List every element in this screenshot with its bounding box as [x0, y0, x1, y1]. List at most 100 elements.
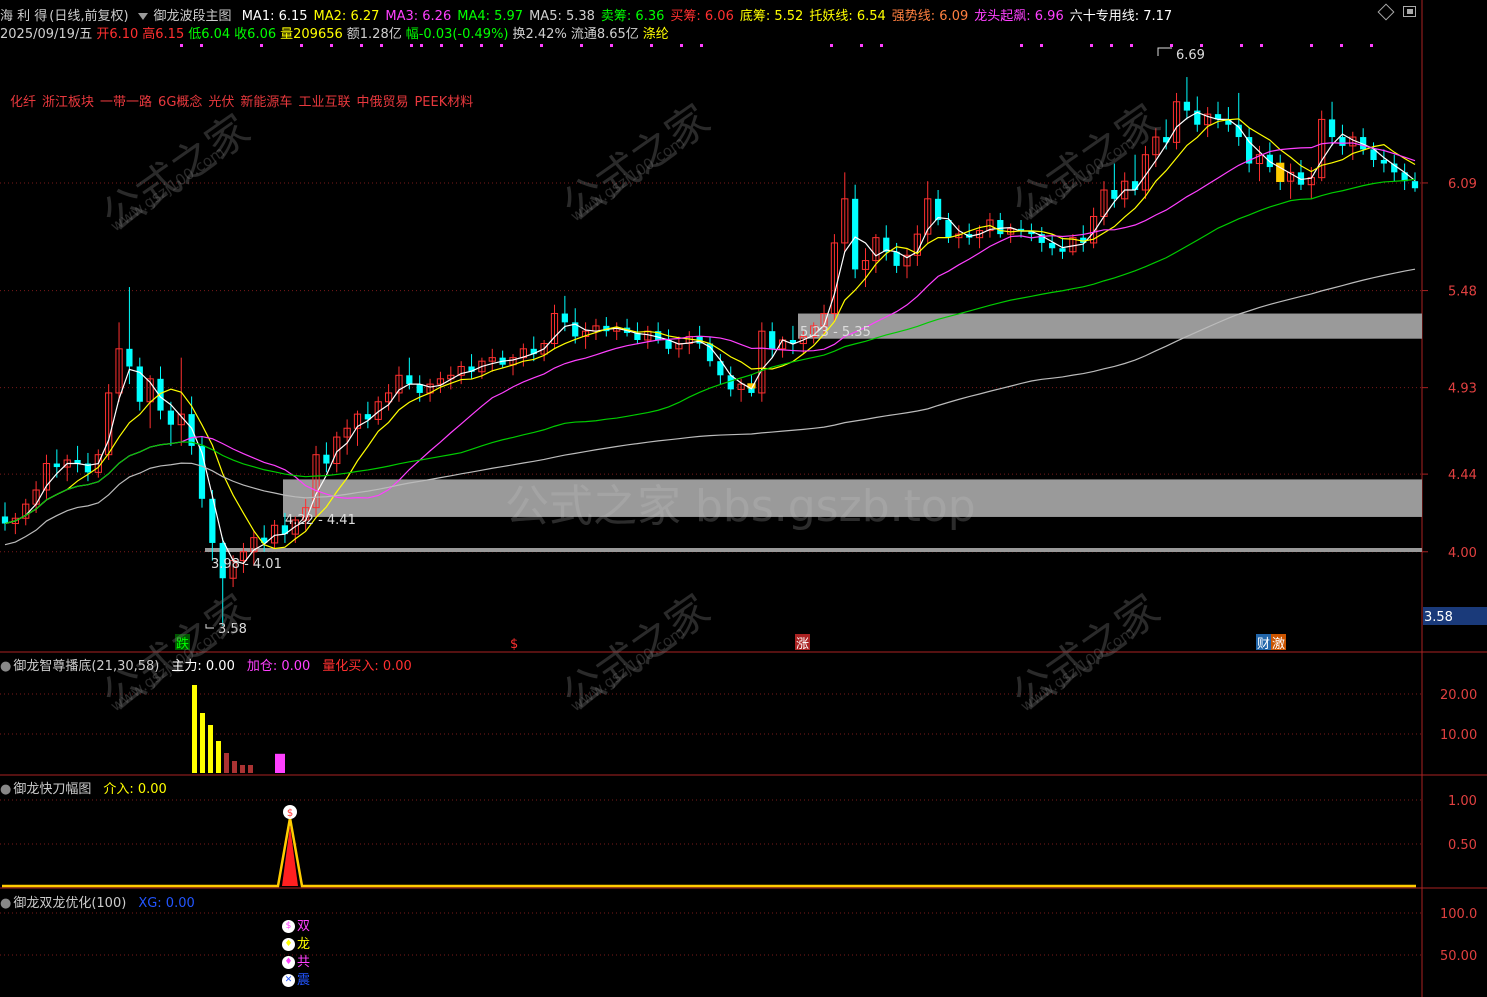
quote-item: 流通8.65亿 — [570, 27, 639, 42]
kline-chart: 6.09 5.48 4.93 4.44 4.00 3.58 6.69 3.58 5.23 - 5… — [0, 0, 1487, 997]
ma-item: 六十专用线: 7.17 — [1069, 9, 1173, 24]
signal-text: 双 — [297, 919, 311, 934]
concept-tag[interactable]: 新能源车 — [240, 95, 292, 110]
candle-body — [1328, 119, 1336, 138]
signal-dot — [580, 44, 583, 47]
panel2-title[interactable]: 御龙快刀幅图 — [13, 782, 91, 797]
signal-marker: 财 — [1257, 637, 1270, 652]
signal-dot — [1310, 44, 1313, 47]
signal-dot — [1020, 44, 1023, 47]
signal-text: 龙 — [297, 937, 311, 952]
candle-body — [1183, 101, 1191, 111]
quote-item: 量209656 — [280, 27, 343, 42]
concept-tag[interactable]: 6G概念 — [158, 95, 202, 110]
zone-mid-label: 4.22 - 4.41 — [285, 513, 356, 528]
resistance-zone — [798, 313, 1422, 339]
volume-bar — [192, 685, 197, 773]
candle-body — [997, 220, 1004, 235]
candle-body — [1131, 181, 1139, 190]
signal-dot — [1110, 44, 1113, 47]
signal-dot — [1200, 44, 1203, 47]
signal-marker: $ — [510, 637, 518, 652]
panel-value: 加仓: 0.00 — [246, 659, 311, 674]
signal-dot — [200, 44, 203, 47]
panel1-axis-label: 20.00 — [1440, 688, 1477, 703]
signal-dot — [330, 44, 333, 47]
concept-tag[interactable]: 中俄贸易 — [356, 95, 408, 110]
ma-item: 强势线: 6.09 — [891, 9, 969, 24]
volume-bar — [208, 725, 213, 773]
price-axis-label: 5.48 — [1448, 285, 1477, 300]
price-axis-label: 6.09 — [1448, 177, 1477, 192]
signal-icon: $ — [282, 920, 295, 933]
panel3-title[interactable]: 御龙双龙优化(100) — [13, 896, 126, 911]
dropdown-triangle-icon[interactable] — [137, 12, 148, 20]
signal-dot — [420, 44, 423, 47]
signal-dot — [680, 44, 683, 47]
signal-dot — [650, 44, 653, 47]
candle-body — [852, 198, 859, 270]
panel-value: 量化买入: 0.00 — [322, 659, 412, 674]
header-line-2: 2025/09/19/五 开6.10 高6.15 低6.04 收6.06 量209656 额… — [0, 23, 673, 42]
quote-item: 高6.15 — [142, 27, 185, 42]
ma-item: MA5: 5.38 — [529, 9, 595, 24]
concept-tag[interactable]: 浙江板块 — [42, 95, 94, 110]
high-label: 6.69 — [1176, 48, 1205, 63]
concept-tag[interactable]: 化纤 — [10, 95, 36, 110]
quote-item: 开6.10 — [96, 27, 139, 42]
ma-item: MA4: 5.97 — [457, 9, 524, 24]
panel2-line — [2, 817, 1416, 888]
signal-dot — [1240, 44, 1243, 47]
low-label: 3.58 — [218, 622, 247, 637]
ma-item: MA3: 6.26 — [385, 9, 452, 24]
candle-body — [1380, 160, 1388, 164]
panel-value: 介入: 0.00 — [103, 782, 167, 797]
signal-icon: ✕ — [282, 974, 295, 987]
candle-body — [1059, 248, 1066, 252]
signal-dot — [540, 44, 543, 47]
indicator-name[interactable]: 御龙波段主图 — [154, 9, 232, 24]
panel1-title-bar: ● 御龙智尊播底(21,30,58) 主力: 0.00 加仓: 0.00 量化买入: 0… — [0, 659, 412, 674]
header-line-1: 海 利 得 (日线,前复权) 御龙波段主图 MA1: 6.15 MA2: 6.27 MA… — [0, 5, 1184, 24]
panel2-axis-label: 1.00 — [1448, 794, 1477, 809]
signal-dot — [830, 44, 833, 47]
candle-body — [945, 220, 952, 238]
candle-body — [188, 414, 195, 446]
panel-value: XG: 0.00 — [138, 896, 195, 911]
concept-tag[interactable]: 工业互联 — [298, 95, 350, 110]
signal-dot — [1130, 44, 1133, 47]
signal-marker: 跌 — [176, 636, 189, 652]
ma-item: MA1: 6.15 — [241, 9, 308, 24]
quote-item: 幅-0.03(-0.49%) — [405, 27, 509, 42]
panel2-title-bar: ● 御龙快刀幅图 介入: 0.00 — [0, 782, 167, 797]
high-pointer — [1157, 47, 1172, 56]
chart-stage: 6.09 5.48 4.93 4.44 4.00 3.58 6.69 3.58 5.23 - 5… — [0, 0, 1487, 997]
signal-dot — [1370, 44, 1373, 47]
signal-marker: 涨 — [796, 637, 809, 652]
candle-body — [1049, 242, 1056, 249]
signal-dot — [1340, 44, 1343, 47]
candle-body — [561, 313, 568, 323]
signal-dot — [500, 44, 503, 47]
panel-toggle-icon[interactable] — [1403, 6, 1416, 17]
volume-bar — [224, 753, 229, 773]
concept-tags: 化纤 浙江板块 一带一路 6G概念 光伏 新能源车 工业互联 中俄贸易 PEEK材料 — [10, 91, 479, 110]
price-axis-label: 4.44 — [1448, 468, 1477, 483]
stock-name[interactable]: 海 利 得 — [0, 9, 47, 24]
zone-low-label: 3.98 - 4.01 — [211, 557, 282, 572]
signal-icon: ♦ — [282, 956, 295, 969]
ma-item: 卖筹: 6.36 — [600, 9, 665, 24]
panel1-title[interactable]: 御龙智尊播底(21,30,58) — [13, 659, 159, 674]
concept-tag[interactable]: PEEK材料 — [414, 95, 473, 110]
concept-tag[interactable]: 一带一路 — [100, 95, 152, 110]
ma-item: 买筹: 6.06 — [670, 9, 734, 24]
candle-body — [1411, 181, 1419, 189]
period-label[interactable]: (日线,前复权) — [49, 9, 128, 24]
signal-dot — [180, 44, 183, 47]
signal-dot — [360, 44, 363, 47]
magenta-bar — [275, 753, 285, 773]
quote-item: 涤纶 — [642, 27, 669, 42]
concept-tag[interactable]: 光伏 — [208, 95, 234, 110]
candle-body — [167, 410, 174, 425]
candle-body — [406, 375, 413, 385]
